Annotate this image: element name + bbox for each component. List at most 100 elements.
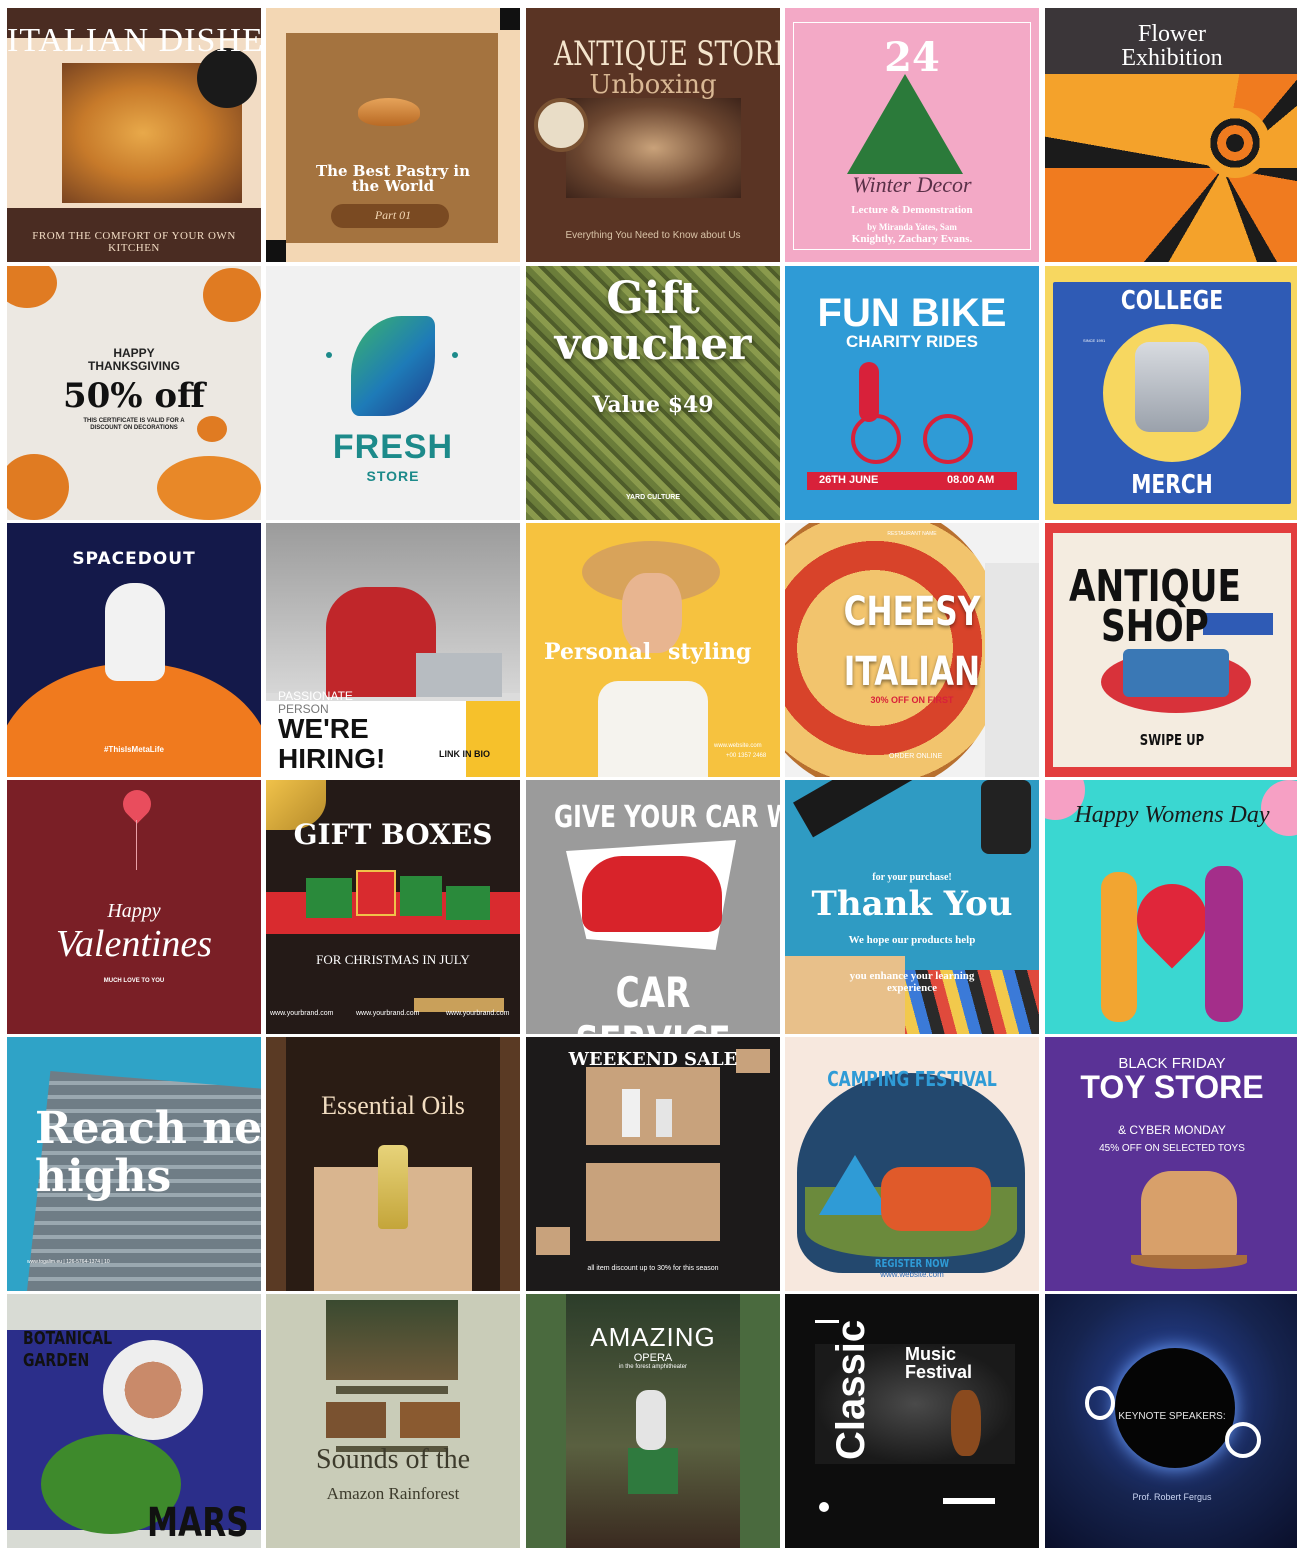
gift-boxes-subtitle: FOR CHRISTMAS IN JULY [316,952,470,967]
small-photo-right [400,1402,460,1438]
product-box-bottom [586,1163,720,1241]
college-since: SINCE 1991 [1083,338,1106,343]
woman-left [1101,872,1137,1022]
template-card-music-festival[interactable]: Music Festival Classic [785,1294,1039,1548]
white-bar [943,1498,995,1504]
hiring-line-1: PASSIONATE [278,689,353,703]
college-merch: MERCH [1131,470,1213,500]
template-card-valentines[interactable]: Happy Valentines MUCH LOVE TO YOU [7,780,261,1034]
template-card-italian-dishes[interactable]: ITALIAN DISHES FROM THE COMFORT OF YOUR … [7,8,261,262]
bike-title: FUN BIKE [817,291,1007,335]
balloon-string [136,820,137,870]
opera-title-1: AMAZING [590,1322,716,1352]
dot-2 [452,352,458,358]
antique-store-title: ANTIQUE STORE [553,34,780,74]
winter-speakers-2: Knightly, Zachary Evans. [851,233,973,245]
template-card-weekend-sale[interactable]: WEEKEND SALE all item discount up to 30%… [526,1037,780,1291]
valentines-subtitle: MUCH LOVE TO YOU [103,978,165,984]
woman-right [1205,866,1243,1022]
template-card-thanksgiving[interactable]: HAPPY THANKSGIVING 50% off THIS CERTIFIC… [7,266,261,520]
side-panel-left [266,1037,286,1291]
template-card-camping[interactable]: CAMPING FESTIVAL REGISTER NOW www.websit… [785,1037,1039,1291]
template-card-botanical-mars[interactable]: BOTANICAL GARDEN MARS [7,1294,261,1548]
template-card-car-service[interactable]: GIVE YOUR CAR WINGS CAR SERVICE [526,780,780,1034]
template-card-womens-day[interactable]: Happy Womens Day [1045,780,1297,1034]
keynote-speaker: Prof. Robert Fergus [1132,1492,1212,1502]
couple [636,1390,666,1450]
winter-speakers-1: by Miranda Yates, Sam [867,222,957,232]
antique-store-tagline: Everything You Need to Know about Us [565,230,741,241]
template-card-keynote[interactable]: KEYNOTE SPEAKERS: Prof. Robert Fergus [1045,1294,1297,1548]
opera-title-2: OPERA [633,1352,673,1364]
template-card-pastry[interactable]: The Best Pastry in the World Part 01 [266,8,520,262]
thanks-top: for your purchase! [872,872,952,883]
red-car [582,856,722,932]
black-circle [1115,1348,1235,1468]
template-card-thank-you[interactable]: for your purchase! Thank You We hope our… [785,780,1039,1034]
gift-3 [400,876,442,916]
template-card-spacedout[interactable]: SPACEDOUT #ThisIsMetaLife [7,523,261,777]
ruler [793,780,917,838]
oil-bottle [378,1145,408,1229]
flower-center [1200,108,1270,178]
template-card-reach-new-highs[interactable]: Reach new highs www.togalim.eu | 126-576… [7,1037,261,1291]
spacedout-hashtag: #ThisIsMetaLife [103,745,164,754]
template-card-personal-styling[interactable]: Personal styling www.website.com +00 135… [526,523,780,777]
template-card-antique-shop[interactable]: ANTIQUE SHOP SWIPE UP [1045,523,1297,777]
template-card-gift-voucher[interactable]: Gift voucher Value $49 YARD CULTURE [526,266,780,520]
bike-wheel-right [923,414,973,464]
valentines-happy: Happy [107,900,161,922]
antique-shop-swipe[interactable]: SWIPE UP [1073,731,1271,749]
styling-website: www.website.com [714,743,762,749]
template-card-flower-exhibition[interactable]: Flower Exhibition [1045,8,1297,262]
toy-offer: 45% OFF ON SELECTED TOYS [1099,1143,1245,1154]
pastry-title: The Best Pastry in the World [315,162,471,195]
bike-time: 08.00 AM [947,474,995,486]
orchestra-photo [326,1300,458,1380]
template-card-antique-store[interactable]: ANTIQUE STORE Unboxing Everything You Ne… [526,8,780,262]
heart-balloon [117,784,157,824]
gift-4 [446,886,490,920]
sounds-subtitle: Amazon Rainforest [326,1484,460,1503]
voucher-brand: YARD CULTURE [625,494,681,501]
camping-register[interactable]: REGISTER NOW [813,1257,1011,1270]
pumpkin-3 [7,454,69,520]
antique-shop-title-2: SHOP [1101,601,1209,652]
pastry-part: Part 01 [374,208,412,222]
campers [881,1167,991,1231]
template-card-amazon-sounds[interactable]: Sounds of the Amazon Rainforest [266,1294,520,1548]
antique-store-subtitle: Unboxing [589,70,717,100]
side-panel-right [500,1037,520,1291]
botanical-mars: MARS [147,1500,249,1546]
template-card-fresh-store[interactable]: FRESH STORE [266,266,520,520]
rocker-base [1131,1255,1247,1269]
toy-cyber: & CYBER MONDAY [1118,1123,1226,1137]
flower-title-2: Exhibition [1121,45,1223,71]
template-card-hiring[interactable]: PASSIONATE PERSON WE'RE HIRING! LINK IN … [266,523,520,777]
template-card-gift-boxes[interactable]: GIFT BOXES FOR CHRISTMAS IN JULY www.you… [266,780,520,1034]
spacedout-title: SPACEDOUT [72,549,196,569]
template-card-amazing-opera[interactable]: AMAZING OPERA in the forest amphitheater [526,1294,780,1548]
italian-subtitle: FROM THE COMFORT OF YOUR OWN KITCHEN [32,230,236,254]
gift-boxes-title: GIFT BOXES [293,818,493,851]
template-card-college-merch[interactable]: COLLEGE SINCE 1991 MERCH [1045,266,1297,520]
thanks-line-2: you enhance your learning [849,970,975,982]
template-card-cheesy-pizza[interactable]: RESTAURANT NAME CHEESY pizza ITALIAN 30%… [785,523,1039,777]
template-card-fun-bike[interactable]: FUN BIKE CHARITY RIDES 26TH JUNE 08.00 A… [785,266,1039,520]
botanical-line-1: BOTANICAL [23,1328,113,1349]
thanks-line-1: We hope our products help [848,934,976,946]
voucher-title-2: voucher [554,319,752,370]
leaf-logo [351,316,435,416]
car-title: CAR SERVICE [575,968,730,1034]
weekend-subtitle: all item discount up to 30% for this sea… [587,1265,719,1272]
template-card-toy-store[interactable]: BLACK FRIDAY TOY STORE & CYBER MONDAY 45… [1045,1037,1297,1291]
botanical-line-2: GARDEN [23,1350,90,1371]
white-top [598,681,708,777]
ruler-bottom [785,956,905,1034]
template-card-essential-oils[interactable]: Essential Oils [266,1037,520,1291]
template-card-winter-decor[interactable]: 24 Winter Decor Lecture & Demonstration … [785,8,1039,262]
hiring-title-2: HIRING! [278,743,386,774]
pizza-title: CHEESY [843,589,981,635]
laptop [416,653,502,697]
oils-title: Essential Oils [321,1091,465,1120]
